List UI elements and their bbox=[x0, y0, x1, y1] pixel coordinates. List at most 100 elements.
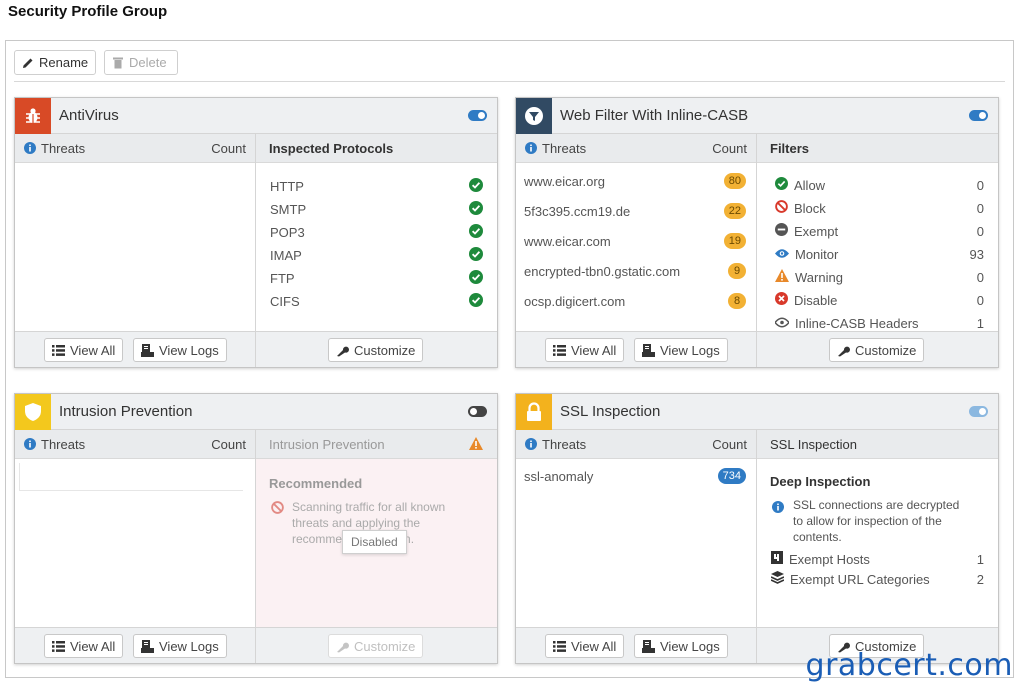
antivirus-header: AntiVirus bbox=[15, 98, 497, 134]
filter-row-block: Block 0 bbox=[775, 198, 984, 218]
list-icon bbox=[52, 344, 65, 356]
exempt-url-row: Exempt URL Categories 2 bbox=[770, 569, 984, 589]
info-icon bbox=[24, 438, 36, 453]
threats-header: Threats Count bbox=[516, 430, 756, 459]
view-all-button[interactable]: View All bbox=[545, 634, 625, 658]
pencil-icon bbox=[22, 57, 34, 69]
threat-row[interactable]: 5f3c395.ccm19.de 22 bbox=[524, 201, 746, 221]
threats-label: Threats bbox=[41, 437, 86, 452]
threat-row[interactable]: www.eicar.com 19 bbox=[524, 231, 746, 251]
ssl-title: SSL Inspection bbox=[560, 403, 661, 420]
protocol-row: CIFS bbox=[270, 291, 483, 311]
ssl-mode: Deep Inspection bbox=[770, 474, 871, 489]
page-title: Security Profile Group bbox=[8, 3, 168, 20]
count-badge: 734 bbox=[717, 468, 746, 484]
block-icon bbox=[775, 200, 788, 216]
count-label: Count bbox=[211, 141, 246, 156]
customize-button[interactable]: Customize bbox=[328, 634, 424, 658]
minus-circle-icon bbox=[775, 223, 788, 239]
filter-row-allow: Allow 0 bbox=[775, 175, 984, 195]
filter-icon bbox=[516, 98, 552, 134]
count-badge: 9 bbox=[728, 263, 746, 279]
threat-row[interactable]: www.eicar.org 80 bbox=[524, 171, 746, 191]
check-circle-icon bbox=[775, 177, 788, 193]
filter-row-warning: Warning 0 bbox=[775, 267, 984, 287]
ssl-threats-pane: Threats Count ssl-anomaly 734 View All Vi… bbox=[516, 430, 757, 663]
protocol-row: HTTP bbox=[270, 176, 483, 196]
ssl-toggle[interactable] bbox=[969, 406, 988, 417]
check-circle-icon bbox=[469, 177, 483, 195]
empty-threats-list bbox=[19, 463, 243, 491]
disabled-tooltip: Disabled bbox=[342, 530, 407, 554]
view-all-button[interactable]: View All bbox=[44, 338, 124, 362]
check-circle-icon bbox=[469, 292, 483, 310]
view-logs-button[interactable]: View Logs bbox=[133, 338, 227, 362]
protocols-header: Inspected Protocols bbox=[256, 134, 497, 163]
antivirus-right-footer: Customize bbox=[256, 331, 497, 367]
warning-icon bbox=[469, 437, 483, 453]
check-circle-icon bbox=[469, 269, 483, 287]
wrench-icon bbox=[336, 640, 349, 653]
list-icon bbox=[553, 344, 566, 356]
ips-toggle[interactable] bbox=[468, 406, 487, 417]
security-profile-group-panel: Rename Delete AntiVirus Threats Count Vi… bbox=[5, 40, 1014, 678]
threat-row[interactable]: encrypted-tbn0.gstatic.com 9 bbox=[524, 261, 746, 281]
ips-right-footer: Customize bbox=[256, 627, 497, 663]
ssl-header: SSL Inspection bbox=[516, 394, 998, 430]
shield-icon bbox=[15, 394, 51, 430]
view-all-button[interactable]: View All bbox=[545, 338, 625, 362]
cloud-eye-icon bbox=[774, 316, 790, 331]
ssl-config-pane: SSL Inspection Deep Inspection SSL conne… bbox=[757, 430, 998, 663]
antivirus-title: AntiVirus bbox=[59, 107, 119, 124]
customize-button[interactable]: Customize bbox=[328, 338, 424, 362]
threats-label: Threats bbox=[542, 141, 587, 156]
rename-button[interactable]: Rename bbox=[14, 50, 96, 75]
ips-config-pane: Intrusion Prevention Recommended Scannin… bbox=[256, 430, 497, 663]
ips-config-title: Intrusion Prevention bbox=[269, 437, 385, 452]
ips-config-header: Intrusion Prevention bbox=[256, 430, 497, 459]
threats-label: Threats bbox=[41, 141, 86, 156]
threats-header: Threats Count bbox=[516, 134, 756, 163]
threat-row[interactable]: ocsp.digicert.com 8 bbox=[524, 291, 746, 311]
protocol-row: SMTP bbox=[270, 199, 483, 219]
ssl-left-footer: View All View Logs bbox=[516, 627, 756, 663]
threats-header: Threats Count bbox=[15, 134, 255, 163]
ips-card: Intrusion Prevention Threats Count View … bbox=[14, 393, 498, 664]
check-circle-icon bbox=[469, 246, 483, 264]
webfilter-card: Web Filter With Inline-CASB Threats Coun… bbox=[515, 97, 999, 368]
view-logs-button[interactable]: View Logs bbox=[634, 338, 728, 362]
view-logs-label: View Logs bbox=[159, 342, 219, 358]
customize-button[interactable]: Customize bbox=[829, 338, 925, 362]
filter-row-monitor: Monitor 93 bbox=[775, 244, 984, 264]
count-label: Count bbox=[712, 437, 747, 452]
view-logs-button[interactable]: View Logs bbox=[634, 634, 728, 658]
filter-row-exempt: Exempt 0 bbox=[775, 221, 984, 241]
ssl-config-header: SSL Inspection bbox=[757, 430, 998, 459]
protocols-title: Inspected Protocols bbox=[269, 141, 394, 156]
view-logs-label: View Logs bbox=[159, 638, 219, 654]
count-badge: 80 bbox=[723, 173, 746, 189]
list-icon bbox=[52, 640, 65, 652]
info-icon bbox=[772, 500, 784, 518]
view-all-label: View All bbox=[70, 342, 116, 358]
filter-row-disable: Disable 0 bbox=[775, 290, 984, 310]
x-circle-icon bbox=[775, 292, 788, 308]
customize-label: Customize bbox=[354, 342, 416, 358]
trash-icon bbox=[112, 56, 124, 69]
threat-row[interactable]: ssl-anomaly 734 bbox=[524, 466, 746, 486]
webfilter-title: Web Filter With Inline-CASB bbox=[560, 107, 749, 124]
threats-header: Threats Count bbox=[15, 430, 255, 459]
ips-threats-pane: Threats Count View All View Logs bbox=[15, 430, 256, 663]
webfilter-toggle[interactable] bbox=[969, 110, 988, 121]
view-logs-label: View Logs bbox=[660, 638, 720, 654]
count-badge: 22 bbox=[723, 203, 746, 219]
logs-icon bbox=[642, 639, 655, 653]
list-icon bbox=[553, 640, 566, 652]
view-all-button[interactable]: View All bbox=[44, 634, 124, 658]
threats-label: Threats bbox=[542, 437, 587, 452]
eye-icon bbox=[775, 247, 789, 262]
ips-header: Intrusion Prevention bbox=[15, 394, 497, 430]
view-logs-button[interactable]: View Logs bbox=[133, 634, 227, 658]
antivirus-toggle[interactable] bbox=[468, 110, 487, 121]
delete-button[interactable]: Delete bbox=[104, 50, 178, 75]
